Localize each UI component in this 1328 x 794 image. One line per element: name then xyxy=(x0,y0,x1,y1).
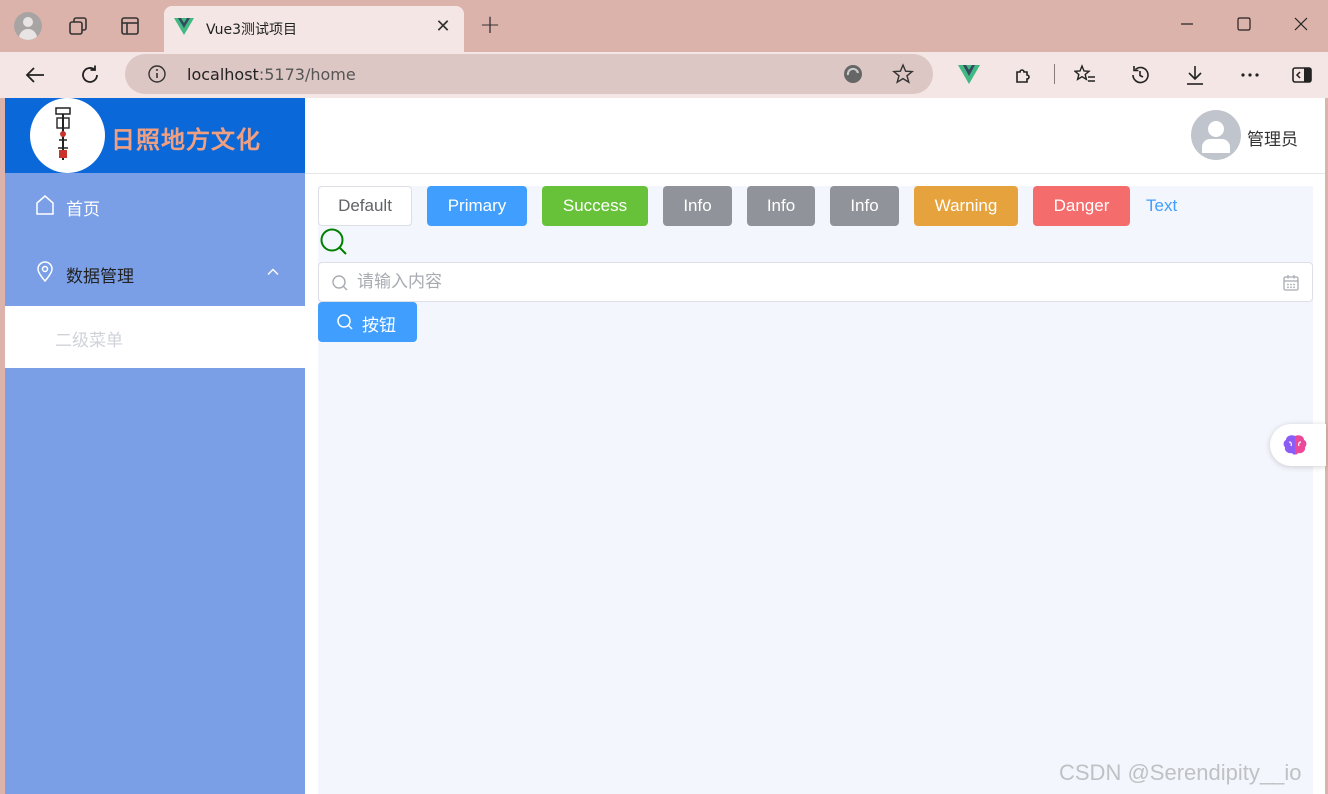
search-button[interactable]: 按钮 xyxy=(318,302,417,342)
more-menu-icon[interactable] xyxy=(1235,60,1265,90)
submenu-item-label: 二级菜单 xyxy=(55,331,123,351)
search-input-wrapper[interactable] xyxy=(318,262,1313,302)
sidebar: 日照地方文化 首页 数据管理 二级菜单 xyxy=(5,98,305,794)
sidebar-toggle-icon[interactable] xyxy=(1287,60,1317,90)
profile-avatar-icon[interactable] xyxy=(14,12,42,40)
text-button[interactable]: Text xyxy=(1146,186,1177,226)
extensions-icon[interactable] xyxy=(1009,60,1039,90)
refresh-icon[interactable] xyxy=(75,60,105,90)
default-button[interactable]: Default xyxy=(318,186,412,226)
new-tab-icon[interactable]: + xyxy=(476,12,504,40)
menu-item-home[interactable]: 首页 xyxy=(5,173,305,239)
history-icon[interactable] xyxy=(1125,60,1155,90)
vue-devtools-icon[interactable] xyxy=(954,60,984,90)
maximize-icon[interactable] xyxy=(1224,10,1264,38)
back-icon[interactable] xyxy=(20,60,50,90)
logo-bar: 日照地方文化 xyxy=(5,98,305,173)
brain-icon xyxy=(1283,435,1307,455)
search-button-icon xyxy=(337,314,353,330)
chevron-up-icon[interactable] xyxy=(267,266,279,278)
danger-button[interactable]: Danger xyxy=(1033,186,1130,226)
url-host: localhost xyxy=(187,65,259,84)
url-text[interactable]: localhost:5173/home xyxy=(187,65,356,84)
location-pin-icon xyxy=(37,261,53,283)
search-input[interactable] xyxy=(357,263,1267,301)
search-prefix-icon xyxy=(332,275,348,291)
warning-button[interactable]: Warning xyxy=(914,186,1018,226)
home-icon xyxy=(36,195,54,215)
edge-refresh-icon[interactable] xyxy=(841,62,865,86)
csdn-watermark: CSDN @Serendipity__io xyxy=(1059,760,1302,785)
user-name[interactable]: 管理员 xyxy=(1247,125,1298,150)
tab-title: Vue3测试项目 xyxy=(206,22,298,38)
close-window-icon[interactable] xyxy=(1281,10,1321,38)
toolbar-separator xyxy=(1054,64,1055,84)
menu-item-home-label: 首页 xyxy=(66,200,100,220)
success-button[interactable]: Success xyxy=(542,186,648,226)
primary-button[interactable]: Primary xyxy=(427,186,527,226)
info-button-2[interactable]: Info xyxy=(747,186,815,226)
user-avatar[interactable] xyxy=(1191,110,1241,160)
browser-tab[interactable]: Vue3测试项目 ✕ xyxy=(164,6,464,52)
vue-logo-icon xyxy=(174,18,194,35)
menu-item-data-management[interactable]: 数据管理 xyxy=(5,240,305,306)
web-page: 日照地方文化 首页 数据管理 二级菜单 管理员 Default Primary … xyxy=(5,98,1325,794)
browser-toolbar: localhost:5173/home xyxy=(0,52,1328,98)
url-path: :5173/home xyxy=(258,65,356,84)
search-button-label: 按钮 xyxy=(362,316,396,336)
address-bar[interactable]: localhost:5173/home xyxy=(125,54,933,94)
tab-close-icon[interactable]: ✕ xyxy=(432,16,454,38)
info-button-3[interactable]: Info xyxy=(830,186,899,226)
menu-item-data-management-label: 数据管理 xyxy=(66,267,134,287)
downloads-icon[interactable] xyxy=(1180,60,1210,90)
favorites-icon[interactable] xyxy=(1070,60,1100,90)
tab-actions-icon[interactable] xyxy=(116,12,144,40)
logo-title: 日照地方文化 xyxy=(111,126,261,154)
search-icon xyxy=(320,228,347,255)
info-button-1[interactable]: Info xyxy=(663,186,732,226)
top-header: 管理员 xyxy=(305,98,1325,174)
submenu-item[interactable]: 二级菜单 xyxy=(5,306,305,368)
browser-titlebar: Vue3测试项目 ✕ + xyxy=(0,0,1328,52)
main-content: Default Primary Success Info Info Info W… xyxy=(318,186,1313,794)
calendar-icon[interactable] xyxy=(1282,274,1300,292)
site-info-icon[interactable] xyxy=(145,62,169,86)
minimize-icon[interactable] xyxy=(1167,10,1207,38)
ai-assistant-float-button[interactable] xyxy=(1270,424,1326,466)
favorite-star-icon[interactable] xyxy=(891,62,915,86)
logo-image xyxy=(30,98,105,173)
workspaces-icon[interactable] xyxy=(64,12,92,40)
